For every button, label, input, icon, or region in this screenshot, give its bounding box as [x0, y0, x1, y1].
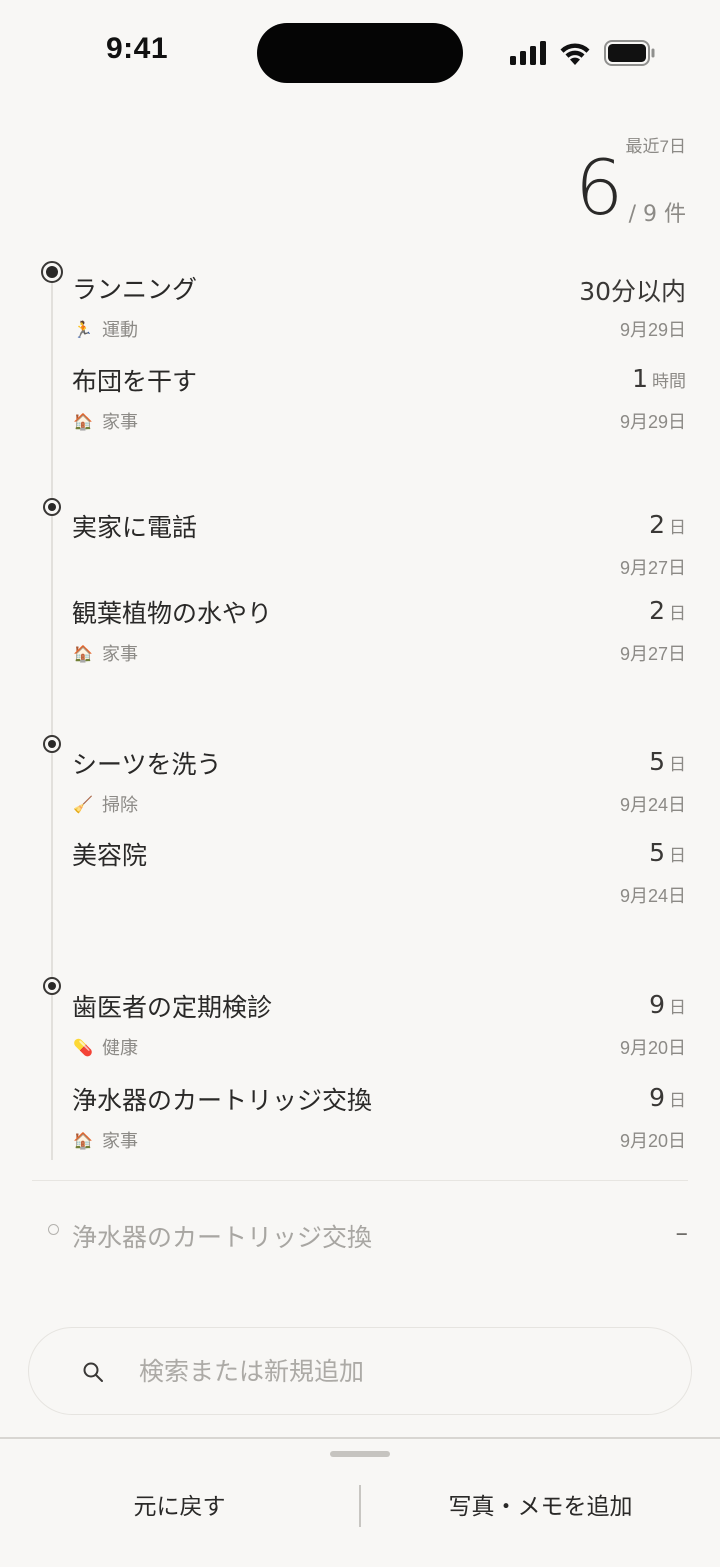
item-category: 🧹 掃除 [72, 791, 138, 817]
summary-total: / 9 件 [628, 202, 686, 227]
list-item[interactable]: シーツを洗う 🧹 掃除 5日 9月24日 [72, 745, 686, 817]
item-title: ランニング [72, 275, 198, 304]
item-category-label: 運動 [102, 320, 138, 341]
item-duration: 30分以内 [579, 277, 686, 306]
search-bar[interactable] [28, 1327, 692, 1415]
dynamic-island [257, 23, 463, 83]
item-date: 9月24日 [619, 795, 686, 815]
item-category: 🏠 家事 [72, 408, 138, 434]
item-duration: 2日 [649, 510, 686, 539]
pill-icon: 💊 [73, 1037, 93, 1057]
search-input[interactable] [137, 1346, 661, 1396]
item-duration: 9日 [649, 990, 686, 1019]
list-item[interactable]: 実家に電話 2日 9月27日 [72, 508, 686, 578]
item-duration: 9日 [649, 1083, 686, 1112]
item-category-label: 掃除 [102, 795, 138, 816]
item-title: 浄水器のカートリッジ交換 [72, 1086, 373, 1115]
status-time: 9:41 [106, 32, 169, 65]
search-icon [83, 1362, 103, 1382]
item-title: 観葉植物の水やり [72, 599, 273, 628]
system-icons [510, 38, 656, 68]
list-item[interactable]: ランニング 🏃 運動 30分以内 9月29日 [72, 270, 686, 342]
battery-icon [604, 40, 655, 66]
timeline-dot [43, 735, 61, 753]
pending-ring-icon [48, 1224, 59, 1235]
item-date: 9月29日 [619, 412, 686, 432]
item-duration: 5日 [649, 838, 686, 867]
item-category: 🏃 運動 [72, 316, 138, 342]
pending-value: – [675, 1218, 689, 1247]
summary-period-label: 最近7日 [625, 137, 686, 156]
pending-title: 浄水器のカートリッジ交換 [72, 1223, 373, 1252]
item-category-label: 家事 [102, 644, 138, 665]
timeline-dot [41, 261, 63, 283]
item-category-label: 健康 [102, 1038, 138, 1059]
item-title: 実家に電話 [72, 513, 198, 542]
house-icon: 🏠 [73, 1130, 93, 1150]
item-date: 9月20日 [619, 1131, 686, 1151]
bottom-bar: 元に戻す 写真・メモを追加 [0, 1437, 720, 1567]
list-item[interactable]: 布団を干す 🏠 家事 1 時間 9月29日 [72, 362, 686, 434]
item-category-label: 家事 [102, 1131, 138, 1152]
timeline-dot [43, 977, 61, 995]
list-item[interactable]: 美容院 5日 9月24日 [72, 836, 686, 906]
item-date: 9月29日 [619, 320, 686, 340]
wifi-icon [560, 43, 590, 65]
list-item[interactable]: 観葉植物の水やり 🏠 家事 2日 9月27日 [72, 594, 686, 666]
item-category: 🏠 家事 [72, 640, 138, 666]
pending-item[interactable]: 浄水器のカートリッジ交換 – [48, 1218, 688, 1254]
house-icon: 🏠 [73, 643, 93, 663]
timeline-dot [43, 498, 61, 516]
item-duration: 1 時間 [632, 364, 686, 393]
list-item[interactable]: 歯医者の定期検診 💊 健康 9日 9月20日 [72, 988, 686, 1060]
item-date: 9月27日 [619, 644, 686, 664]
house-icon: 🏠 [73, 411, 93, 431]
item-title: 歯医者の定期検診 [72, 993, 273, 1022]
item-title: 美容院 [72, 841, 148, 870]
signal-icon [510, 41, 546, 65]
runner-icon: 🏃 [73, 319, 93, 339]
item-title: シーツを洗う [72, 750, 222, 779]
timeline-line [51, 270, 53, 1160]
item-category: 💊 健康 [72, 1034, 138, 1060]
undo-button[interactable]: 元に戻す [0, 1479, 359, 1529]
item-category: 🏠 家事 [72, 1127, 138, 1153]
item-date: 9月24日 [619, 886, 686, 906]
list-item[interactable]: 浄水器のカートリッジ交換 🏠 家事 9日 9月20日 [72, 1081, 686, 1153]
divider [32, 1180, 688, 1181]
item-title: 布団を干す [72, 367, 198, 396]
sheet-grabber[interactable] [330, 1451, 390, 1457]
item-category-label: 家事 [102, 412, 138, 433]
broom-icon: 🧹 [73, 794, 93, 814]
item-date: 9月27日 [619, 558, 686, 578]
item-duration: 5日 [649, 747, 686, 776]
status-bar: 9:41 [0, 0, 720, 100]
item-duration: 2日 [649, 596, 686, 625]
summary-count: 6 [575, 143, 624, 232]
add-photo-memo-button[interactable]: 写真・メモを追加 [361, 1479, 720, 1529]
item-date: 9月20日 [619, 1038, 686, 1058]
